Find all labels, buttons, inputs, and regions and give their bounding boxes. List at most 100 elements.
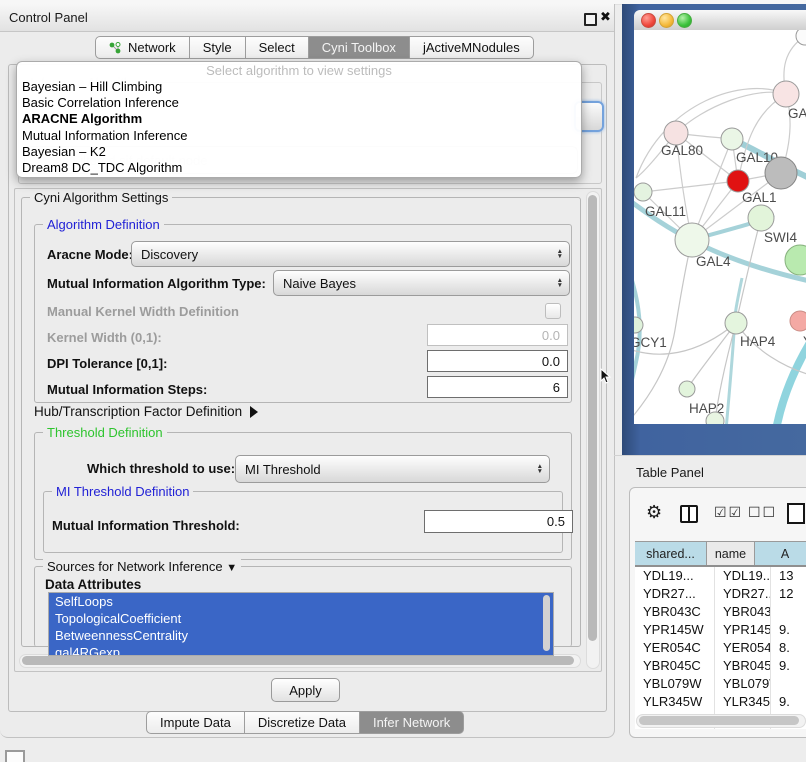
unselect-all-columns-icon[interactable]: ☐☐ [748,504,777,521]
table-cell: 9. [771,657,806,675]
dpi-tolerance-label: DPI Tolerance [0,1]: [47,356,167,371]
node-label: GAL80 [661,143,703,158]
tab-style[interactable]: Style [190,36,246,59]
data-attributes-list[interactable]: SelfLoopsTopologicalCoefficientBetweenne… [48,592,554,656]
network-node-hap4[interactable] [725,312,747,334]
minimized-panel-icon[interactable] [5,750,25,762]
column-header-2[interactable]: name [707,542,755,565]
network-node[interactable] [765,157,797,189]
dropdown-item[interactable]: Bayesian – Hill Climbing [17,79,581,95]
vertical-scrollbar-thumb[interactable] [588,195,597,641]
network-edge[interactable] [687,323,736,389]
vertical-scrollbar[interactable] [586,191,600,669]
gear-icon[interactable]: ⚙ [646,502,662,523]
list-item[interactable]: TopologicalCoefficient [49,610,553,627]
columns-icon[interactable] [680,505,698,523]
manual-kernel-checkbox[interactable] [545,303,561,319]
network-node-gal11[interactable] [634,183,652,201]
close-icon[interactable]: ✖ [600,9,611,25]
horizontal-scrollbar[interactable] [19,654,581,668]
hub-tf-definition-toggle[interactable]: Hub/Transcription Factor Definition [34,404,258,419]
dropdown-placeholder: Select algorithm to view settings [17,62,581,79]
control-panel-tabs: NetworkStyleSelectCyni ToolboxjActiveMNo… [95,36,534,59]
network-edge[interactable] [776,336,806,424]
mi-steps-value: 6 [553,380,560,395]
network-node-hap2[interactable] [679,381,695,397]
list-item[interactable]: BetweennessCentrality [49,627,553,644]
network-node-gal10[interactable] [721,128,743,150]
network-node-gal80[interactable] [664,121,688,145]
select-all-columns-icon[interactable]: ☑☑ [714,504,743,521]
which-threshold-combobox[interactable]: MI Threshold ▲▼ [235,455,550,483]
network-node-y[interactable] [790,311,806,331]
mi-threshold-field[interactable]: 0.5 [424,510,573,533]
network-node-swi4[interactable] [748,205,774,231]
network-canvas[interactable]: GALGAL80GAL10GAL1GAL11SWI4GAL4GCY1HAP4YH… [634,30,806,424]
algorithm-definition-title: Algorithm Definition [43,217,164,232]
table-row[interactable]: YLR345WYLR345W9. [635,693,806,711]
tab-cyni-toolbox[interactable]: Cyni Toolbox [309,36,410,59]
table-horizontal-scrollbar-thumb[interactable] [639,716,799,725]
network-edge[interactable] [736,218,761,323]
node-label: GAL4 [696,254,731,269]
node-table: shared...nameA YDL19...YDL19...13YDR27..… [635,541,806,729]
list-item[interactable]: gal4RGexp [49,644,553,656]
table-row[interactable]: YBR045CYBR045C9. [635,657,806,675]
threshold-definition-title: Threshold Definition [43,425,167,440]
table-row[interactable]: YDL19...YDL19...13 [635,567,806,585]
network-node-gal4[interactable] [675,223,709,257]
list-scrollbar-thumb[interactable] [543,595,550,651]
dropdown-item[interactable]: Mutual Information Inference [17,128,581,144]
network-node[interactable] [785,245,806,275]
collapse-down-icon[interactable]: ▼ [226,562,237,574]
kernel-width-field[interactable]: 0.0 [427,324,568,346]
data-attributes-label: Data Attributes [45,577,141,592]
table-cell: 13 [771,567,806,585]
table-row[interactable]: YBL079WYBL079W [635,675,806,693]
apply-button[interactable]: Apply [271,678,340,702]
hub-tf-definition-label: Hub/Transcription Factor Definition [34,404,242,419]
network-edge[interactable] [676,92,786,133]
tab-impute-data[interactable]: Impute Data [146,711,245,734]
tab-network[interactable]: Network [95,36,190,59]
table-row[interactable]: YER054CYER054C8. [635,639,806,657]
aracne-mode-combobox[interactable]: Discovery ▲▼ [131,241,570,267]
table-cell: YBR043C [635,603,715,621]
column-header-3[interactable]: A [755,542,806,565]
table-cell: YPR145W [715,621,771,639]
zoom-traffic-light-icon[interactable] [677,13,692,28]
network-node-gal1[interactable] [727,170,749,192]
mi-steps-field[interactable]: 6 [427,376,568,398]
tab-select[interactable]: Select [246,36,309,59]
sources-title: Sources for Network Inference ▼ [43,559,241,576]
table-row[interactable]: YBR043CYBR043C [635,603,806,621]
tab-label: Infer Network [373,715,450,730]
mi-type-combobox[interactable]: Naive Bayes ▲▼ [273,270,570,296]
tab-infer-network[interactable]: Infer Network [360,711,464,734]
minimize-traffic-light-icon[interactable] [659,13,674,28]
tab-jactivemnodules[interactable]: jActiveMNodules [410,36,534,59]
network-edge[interactable] [643,181,738,192]
table-row[interactable]: YPR145WYPR145W9. [635,621,806,639]
list-item[interactable]: SelfLoops [49,593,553,610]
float-panel-icon[interactable] [584,13,597,26]
close-traffic-light-icon[interactable] [641,13,656,28]
dropdown-item[interactable]: Bayesian – K2 [17,144,581,160]
horizontal-scrollbar-thumb[interactable] [22,656,574,665]
table-cell: YBL079W [635,675,715,693]
network-window-titlebar[interactable] [634,10,806,31]
threshold-definition-group: Threshold Definition Which threshold to … [34,432,572,560]
dropdown-item[interactable]: Dream8 DC_TDC Algorithm [17,160,581,176]
table-cell: 9. [771,621,806,639]
network-node-gcy1[interactable] [634,317,643,333]
dropdown-item[interactable]: Basic Correlation Inference [17,95,581,111]
document-icon[interactable] [787,503,805,524]
tab-discretize-data[interactable]: Discretize Data [245,711,360,734]
table-row[interactable]: YDR27...YDR27...12 [635,585,806,603]
column-header-1[interactable]: shared... [635,542,707,565]
table-cell: YBL079W [715,675,771,693]
dpi-tolerance-field[interactable]: 0.0 [427,350,568,372]
dropdown-item[interactable]: ARACNE Algorithm [17,111,581,127]
network-node-gal[interactable] [773,81,799,107]
table-horizontal-scrollbar[interactable] [636,714,806,728]
